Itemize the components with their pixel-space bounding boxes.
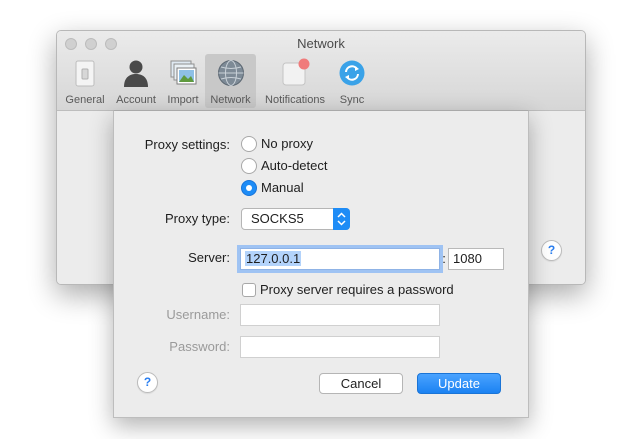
proxy-type-label: Proxy type: — [164, 211, 230, 226]
requires-password-label: Proxy server requires a password — [260, 282, 454, 297]
toolbar-item-network[interactable]: Network — [205, 54, 256, 108]
server-value: 127.0.0.1 — [245, 251, 302, 266]
checkbox-box[interactable] — [242, 283, 256, 297]
help-button[interactable]: ? — [541, 240, 562, 261]
globe-icon — [217, 60, 244, 86]
radio-button-checked[interactable] — [241, 180, 257, 196]
toolbar-label-network: Network — [210, 94, 251, 106]
chevron-updown-icon — [333, 208, 350, 230]
port-input[interactable]: 1080 — [448, 248, 504, 270]
sheet-help-button[interactable]: ? — [137, 372, 158, 393]
radio-label-auto-detect: Auto-detect — [261, 158, 328, 173]
radio-manual[interactable]: Manual — [241, 180, 361, 198]
proxy-type-value: SOCKS5 — [251, 211, 304, 226]
photos-icon — [170, 60, 197, 85]
update-button[interactable]: Update — [417, 373, 501, 394]
proxy-settings-label: Proxy settings: — [144, 137, 230, 152]
port-separator: : — [442, 251, 446, 266]
requires-password-checkbox[interactable]: Proxy server requires a password — [242, 282, 482, 299]
window-title: Network — [297, 36, 345, 51]
radio-label-no-proxy: No proxy — [261, 136, 314, 151]
toolbar-label-general: General — [65, 94, 105, 106]
cancel-button[interactable]: Cancel — [319, 373, 403, 394]
port-value: 1080 — [453, 251, 482, 266]
toolbar-item-account[interactable]: Account — [112, 54, 160, 108]
proxy-type-popup[interactable]: SOCKS5 — [241, 208, 350, 230]
person-icon — [124, 60, 148, 87]
server-input[interactable]: 127.0.0.1 — [240, 248, 440, 270]
toolbar-label-account: Account — [116, 94, 156, 106]
radio-no-proxy[interactable]: No proxy — [241, 136, 361, 154]
radio-auto-detect[interactable]: Auto-detect — [241, 158, 361, 176]
notification-badge-icon — [282, 58, 310, 86]
switch-icon — [75, 60, 95, 87]
toolbar-item-notifications[interactable]: Notifications — [259, 54, 331, 108]
radio-button[interactable] — [241, 136, 257, 152]
toolbar-item-sync[interactable]: Sync — [333, 54, 371, 108]
title-bar: Network General Account Import Network N… — [57, 31, 585, 111]
sync-icon — [339, 60, 365, 86]
toolbar-label-notifications: Notifications — [265, 94, 325, 106]
password-field[interactable] — [240, 336, 440, 358]
toolbar-item-import[interactable]: Import — [163, 54, 203, 108]
password-label: Password: — [169, 339, 230, 354]
toolbar-label-sync: Sync — [339, 94, 365, 106]
radio-label-manual: Manual — [261, 180, 304, 195]
username-field[interactable] — [240, 304, 440, 326]
username-label: Username: — [166, 307, 230, 322]
toolbar-label-import: Import — [167, 94, 199, 106]
toolbar-item-general[interactable]: General — [63, 54, 107, 108]
radio-button[interactable] — [241, 158, 257, 174]
server-label: Server: — [188, 250, 230, 265]
